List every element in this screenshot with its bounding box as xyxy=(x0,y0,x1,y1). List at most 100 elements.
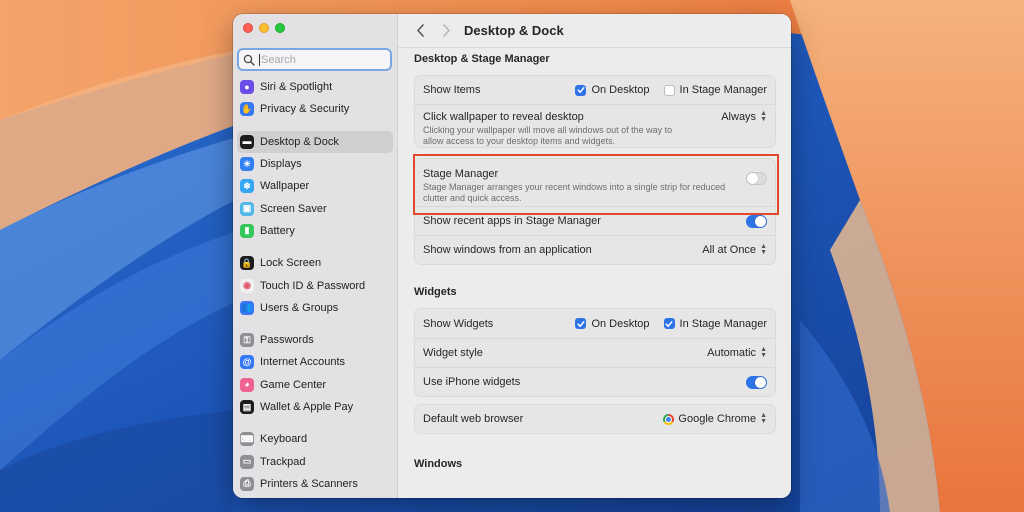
default-browser-row: Default web browser Google Chrome ▲ ▼ xyxy=(415,405,775,433)
stage-manager-label: Stage Manager xyxy=(423,168,499,180)
sidebar-item-printers-and-scanners[interactable]: ⎙ Printers & Scanners xyxy=(237,473,393,495)
sidebar-item-displays[interactable]: ☀ Displays xyxy=(237,153,393,175)
sidebar-item-siri-and-spotlight[interactable]: ● Siri & Spotlight xyxy=(237,76,393,98)
stage-manager-description: Stage Manager arranges your recent windo… xyxy=(423,182,726,203)
checkbox-label: In Stage Manager xyxy=(679,317,767,330)
sidebar-item-desktop-and-dock[interactable]: ▬ Desktop & Dock xyxy=(237,130,393,153)
sidebar-item-game-center[interactable]: ◕ Game Center xyxy=(237,374,393,396)
widget-style-popup[interactable]: Automatic ▲ ▼ xyxy=(707,346,767,359)
sidebar-item-touch-id-and-password[interactable]: ◉ Touch ID & Password xyxy=(237,274,393,296)
browser-group: Default web browser Google Chrome ▲ ▼ xyxy=(414,404,776,434)
checkbox-label: In Stage Manager xyxy=(679,84,767,96)
iphone-widgets-toggle[interactable] xyxy=(746,375,767,389)
iphone-widgets-label: Use iPhone widgets xyxy=(423,376,521,388)
siri-icon: ● xyxy=(240,80,254,95)
checkbox-box[interactable] xyxy=(575,318,587,329)
sidebar-item-label: Users & Groups xyxy=(260,301,339,314)
checkmark-icon xyxy=(577,87,585,93)
sidebar-item-label: Screen Saver xyxy=(260,202,327,215)
sidebar-item-keyboard[interactable]: ⌨ Keyboard xyxy=(237,428,393,450)
stage-manager-toggle[interactable] xyxy=(746,172,767,185)
snowflake-icon: ❄ xyxy=(240,179,254,194)
at-icon: @ xyxy=(240,355,254,370)
show-widgets-on-desktop-checkbox[interactable]: On Desktop xyxy=(575,318,650,330)
section-title-desktop-stage-manager: Desktop & Stage Manager xyxy=(414,53,550,65)
sidebar-item-label: Game Center xyxy=(260,378,327,391)
recent-apps-row: Show recent apps in Stage Manager xyxy=(415,206,775,235)
forward-button[interactable] xyxy=(436,21,456,41)
show-windows-popup[interactable]: All at Once ▲ ▼ xyxy=(702,243,767,256)
wallet-icon: ▤ xyxy=(240,400,254,414)
iphone-widgets-row: Use iPhone widgets xyxy=(415,367,775,396)
chevron-up-down-icon: ▲ ▼ xyxy=(760,110,767,123)
toggle-knob xyxy=(755,376,766,388)
default-browser-popup[interactable]: Google Chrome ▲ ▼ xyxy=(663,412,767,425)
show-windows-row: Show windows from an application All at … xyxy=(415,235,775,264)
sidebar-item-internet-accounts[interactable]: @ Internet Accounts xyxy=(237,351,393,373)
show-items-in-stage-manager-checkbox[interactable]: In Stage Manager xyxy=(663,84,767,96)
sidebar-item-screen-saver[interactable]: ▣ Screen Saver xyxy=(237,197,393,219)
show-widgets-in-stage-manager-checkbox[interactable]: In Stage Manager xyxy=(663,317,767,330)
click-wallpaper-popup[interactable]: Always ▲ ▼ xyxy=(721,110,767,123)
close-window-button[interactable] xyxy=(243,23,253,33)
sidebar-item-wallpaper[interactable]: ❄ Wallpaper xyxy=(237,175,393,197)
sidebar-item-label: Keyboard xyxy=(260,433,308,446)
sidebar-item-battery[interactable]: ▮ Battery xyxy=(237,220,393,242)
chevron-up-down-icon: ▲ ▼ xyxy=(760,243,767,256)
system-settings-window: ● Siri & Spotlight ✋ Privacy & Security ▬ Des… xyxy=(233,14,791,498)
users-icon: 👥 xyxy=(240,300,254,315)
search-field[interactable] xyxy=(237,48,392,71)
sidebar-item-label: Trackpad xyxy=(260,455,306,468)
toggle-knob xyxy=(747,173,758,184)
recent-apps-toggle[interactable] xyxy=(746,214,767,228)
chevron-up-down-icon: ▲ ▼ xyxy=(760,412,767,425)
hand-icon: ✋ xyxy=(240,102,254,117)
sidebar-item-label: Internet Accounts xyxy=(260,356,345,369)
fingerprint-icon: ◉ xyxy=(240,278,254,293)
minimize-window-button[interactable] xyxy=(259,23,269,33)
section-title-windows: Windows xyxy=(414,458,463,470)
sidebar-item-privacy-and-security[interactable]: ✋ Privacy & Security xyxy=(237,98,393,120)
sidebar-item-trackpad[interactable]: ▭ Trackpad xyxy=(237,450,393,472)
game-center-icon: ◕ xyxy=(240,377,254,392)
keyboard-icon: ⌨ xyxy=(240,432,254,447)
widget-style-row: Widget style Automatic ▲ ▼ xyxy=(415,338,775,367)
sidebar-item-users-and-groups[interactable]: 👥 Users & Groups xyxy=(237,297,393,319)
popup-value: Always xyxy=(721,111,757,123)
click-wallpaper-description: Clicking your wallpaper will move all wi… xyxy=(423,125,673,146)
stage-manager-row: Stage Manager Stage Manager arranges you… xyxy=(415,159,775,206)
desktop-stage-manager-group: Show Items On Desktop In Stage Manager C… xyxy=(414,75,776,148)
recent-apps-label: Show recent apps in Stage Manager xyxy=(423,215,601,227)
chevron-up-down-icon: ▲ ▼ xyxy=(760,346,767,359)
sidebar-item-lock-screen[interactable]: 🔒 Lock Screen xyxy=(237,252,393,274)
sidebar-item-label: Touch ID & Password xyxy=(260,279,366,292)
search-input[interactable] xyxy=(259,53,379,66)
page-title: Desktop & Dock xyxy=(464,23,564,38)
sidebar-item-label: Lock Screen xyxy=(260,257,322,270)
popup-value: Automatic xyxy=(707,347,757,359)
chevron-left-icon xyxy=(416,24,424,37)
show-windows-label: Show windows from an application xyxy=(423,244,592,256)
back-button[interactable] xyxy=(410,21,430,41)
popup-value: Google Chrome xyxy=(678,413,757,425)
show-items-on-desktop-checkbox[interactable]: On Desktop xyxy=(575,84,650,96)
checkbox-box[interactable] xyxy=(663,84,675,96)
toggle-knob xyxy=(755,215,766,227)
show-widgets-label: Show Widgets xyxy=(423,317,494,330)
sidebar-item-label: Wallet & Apple Pay xyxy=(260,401,354,413)
main-pane: Desktop & Dock Desktop & Stage Manager S… xyxy=(398,14,791,498)
dock-icon: ▬ xyxy=(240,134,254,149)
sidebar-item-passwords[interactable]: ⚿ Passwords xyxy=(237,329,393,351)
show-widgets-row: Show Widgets On Desktop In Stage Manager xyxy=(415,309,775,338)
checkbox-box[interactable] xyxy=(575,84,587,96)
settings-content: Desktop & Stage Manager Show Items On De… xyxy=(414,49,776,470)
sidebar: ● Siri & Spotlight ✋ Privacy & Security ▬ Des… xyxy=(233,14,398,498)
popup-value: All at Once xyxy=(702,244,757,256)
checkbox-box[interactable] xyxy=(663,318,675,329)
zoom-window-button[interactable] xyxy=(275,23,285,33)
sidebar-item-label: Displays xyxy=(260,158,302,171)
sidebar-item-wallet-and-apple-pay[interactable]: ▤ Wallet & Apple Pay xyxy=(237,396,393,418)
